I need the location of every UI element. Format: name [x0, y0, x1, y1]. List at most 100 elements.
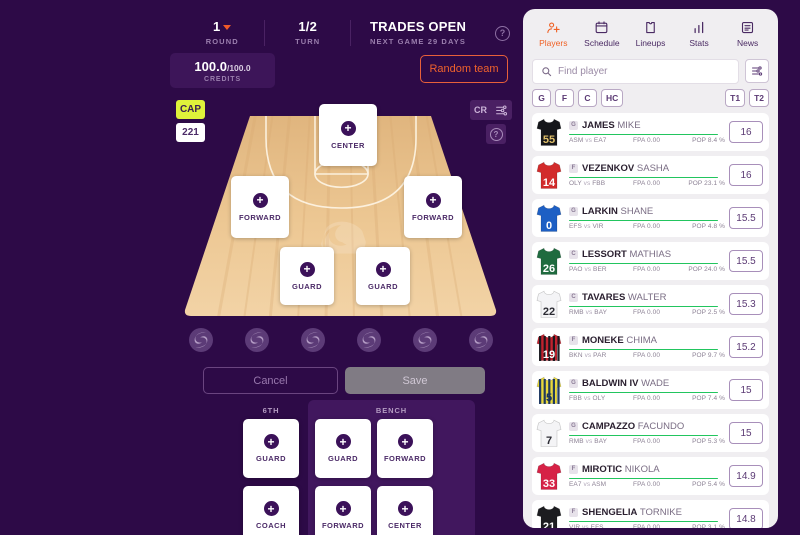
player-fpa: FPA 0.00	[633, 524, 661, 528]
player-fpa: FPA 0.00	[633, 309, 661, 317]
save-button[interactable]: Save	[345, 367, 485, 394]
player-form-bar	[569, 348, 718, 351]
trades-status: TRADES OPEN NEXT GAME 29 DAYS	[351, 19, 485, 47]
court-slot-center[interactable]: + CENTER	[319, 104, 377, 166]
player-info: F VEZENKOV SASHA OLY vs FBB FPA 0.00 POP…	[566, 163, 729, 188]
plus-icon: +	[263, 434, 279, 449]
court-slot-forward-right[interactable]: + FORWARD	[404, 176, 462, 238]
bench-slot-center[interactable]: + CENTER	[377, 486, 433, 535]
player-meta: EA7 vs ASM FPA 0.00 POP 5.4 %	[569, 481, 729, 488]
bar-chart-icon	[694, 21, 703, 34]
chip-team-t2[interactable]: T2	[749, 89, 769, 107]
player-matchup: RMB vs BAY	[569, 309, 608, 317]
chip-position-hc[interactable]: HC	[601, 89, 624, 107]
player-score: 15.3	[729, 293, 763, 315]
player-pop: POP 5.4 %	[692, 481, 725, 489]
player-row[interactable]: 55 G JAMES MIKE ASM vs EA7 FPA 0.00 POP …	[532, 113, 769, 151]
player-row[interactable]: 19 F MONEKE CHIMA BKN vs PAR FPA 0.00 PO…	[532, 328, 769, 366]
player-matchup: EA7 vs ASM	[569, 481, 607, 489]
court-slot-guard-left[interactable]: + GUARD	[280, 247, 334, 305]
jersey-icon	[646, 21, 655, 34]
round-selector[interactable]: 1 ROUND	[180, 19, 264, 47]
player-row[interactable]: 26 C LESSORT MATHIAS PAO vs BER FPA 0.00…	[532, 242, 769, 280]
player-name-line: G BALDWIN IV WADE	[569, 378, 729, 389]
tab-schedule[interactable]: Schedule	[578, 13, 627, 55]
plus-icon: +	[375, 261, 391, 277]
tab-label: Schedule	[584, 38, 620, 48]
bench-slot-sixth-guard[interactable]: + GUARD	[243, 419, 299, 478]
random-team-button[interactable]: Random team	[420, 55, 508, 83]
player-matchup: ASM vs EA7	[569, 137, 607, 145]
player-form-bar	[569, 305, 718, 308]
svg-text:55: 55	[543, 134, 555, 146]
player-pop: POP 7.4 %	[692, 395, 725, 403]
caret-down-icon[interactable]	[223, 24, 232, 30]
player-matchup: RMB vs BAY	[569, 438, 608, 446]
chip-position-g[interactable]: G	[532, 89, 551, 107]
filter-button[interactable]	[745, 59, 769, 83]
player-row[interactable]: 21 F SHENGELIA TORNIKE VIR vs EFS FPA 0.…	[532, 500, 769, 528]
jersey-icon: 14	[532, 157, 566, 193]
svg-text:0: 0	[546, 220, 552, 232]
svg-text:22: 22	[543, 306, 555, 318]
bench-slot-coach[interactable]: + COACH	[243, 486, 299, 535]
tab-news[interactable]: News	[723, 13, 772, 55]
position-badge: F	[569, 464, 578, 474]
search-icon	[542, 66, 552, 76]
chip-position-c[interactable]: C	[578, 89, 597, 107]
cancel-button[interactable]: Cancel	[203, 367, 338, 394]
player-name: CAMPAZZO FACUNDO	[582, 420, 685, 432]
player-meta: VIR vs EFS FPA 0.00 POP 3.1 %	[569, 524, 729, 528]
player-meta: ASM vs EA7 FPA 0.00 POP 8.4 %	[569, 137, 729, 144]
search-row	[523, 55, 778, 87]
bench-slot-forward[interactable]: + FORWARD	[377, 419, 433, 478]
jersey-icon: 5	[532, 372, 566, 408]
tab-players[interactable]: Players	[529, 13, 578, 55]
bench-slot-label: FORWARD	[321, 521, 365, 530]
bench-slot-forward-2[interactable]: + FORWARD	[315, 486, 371, 535]
bench-slot-label: CENTER	[388, 521, 422, 530]
euroleague-ball-icon	[189, 328, 213, 352]
player-score: 15	[729, 422, 763, 444]
tab-label: Players	[539, 38, 568, 48]
player-row[interactable]: 22 C TAVARES WALTER RMB vs BAY FPA 0.00 …	[532, 285, 769, 323]
jersey-icon: 0	[532, 200, 566, 236]
player-row[interactable]: 33 F MIROTIC NIKOLA EA7 vs ASM FPA 0.00 …	[532, 457, 769, 495]
bench-slot-label: FORWARD	[383, 454, 427, 463]
player-row[interactable]: 14 F VEZENKOV SASHA OLY vs FBB FPA 0.00 …	[532, 156, 769, 194]
position-badge: F	[569, 163, 578, 173]
player-info: C TAVARES WALTER RMB vs BAY FPA 0.00 POP…	[566, 292, 729, 317]
position-badge: G	[569, 120, 578, 130]
sixth-man-label: 6TH	[262, 406, 280, 415]
player-form-bar	[569, 391, 718, 394]
player-row[interactable]: 7 G CAMPAZZO FACUNDO RMB vs BAY FPA 0.00…	[532, 414, 769, 452]
court-slot-forward-left[interactable]: + FORWARD	[231, 176, 289, 238]
player-pop: POP 5.3 %	[692, 438, 725, 446]
player-score: 15	[729, 379, 763, 401]
bench-slot-guard[interactable]: + GUARD	[315, 419, 371, 478]
player-matchup: PAO vs BER	[569, 266, 607, 274]
court-slot-guard-right[interactable]: + GUARD	[356, 247, 410, 305]
player-pop: POP 23.1 %	[688, 180, 725, 188]
tab-lineups[interactable]: Lineups	[626, 13, 675, 55]
player-fpa: FPA 0.00	[633, 481, 661, 489]
tab-stats[interactable]: Stats	[675, 13, 724, 55]
search-box[interactable]	[532, 58, 739, 84]
player-info: G LARKIN SHANE EFS vs VIR FPA 0.00 POP 4…	[566, 206, 729, 230]
help-icon[interactable]: ?	[495, 25, 511, 41]
chip-team-t1[interactable]: T1	[725, 89, 746, 107]
player-row[interactable]: 0 G LARKIN SHANE EFS vs VIR FPA 0.00 POP…	[532, 199, 769, 237]
player-name-line: F MIROTIC NIKOLA	[569, 464, 729, 475]
search-input[interactable]	[558, 65, 730, 77]
chip-position-f[interactable]: F	[555, 89, 574, 107]
sliders-icon	[752, 66, 763, 76]
player-row[interactable]: 5 G BALDWIN IV WADE FBB vs OLY FPA 0.00 …	[532, 371, 769, 409]
trades-label: NEXT GAME 29 DAYS	[370, 37, 466, 47]
calendar-icon	[596, 21, 608, 34]
player-form-bar	[569, 133, 718, 136]
player-fpa: FPA 0.00	[633, 137, 661, 145]
player-name: MIROTIC NIKOLA	[582, 463, 660, 475]
player-name: MONEKE CHIMA	[582, 334, 657, 346]
player-name-line: G LARKIN SHANE	[569, 206, 729, 217]
team-chips: T1 T2	[721, 89, 769, 107]
